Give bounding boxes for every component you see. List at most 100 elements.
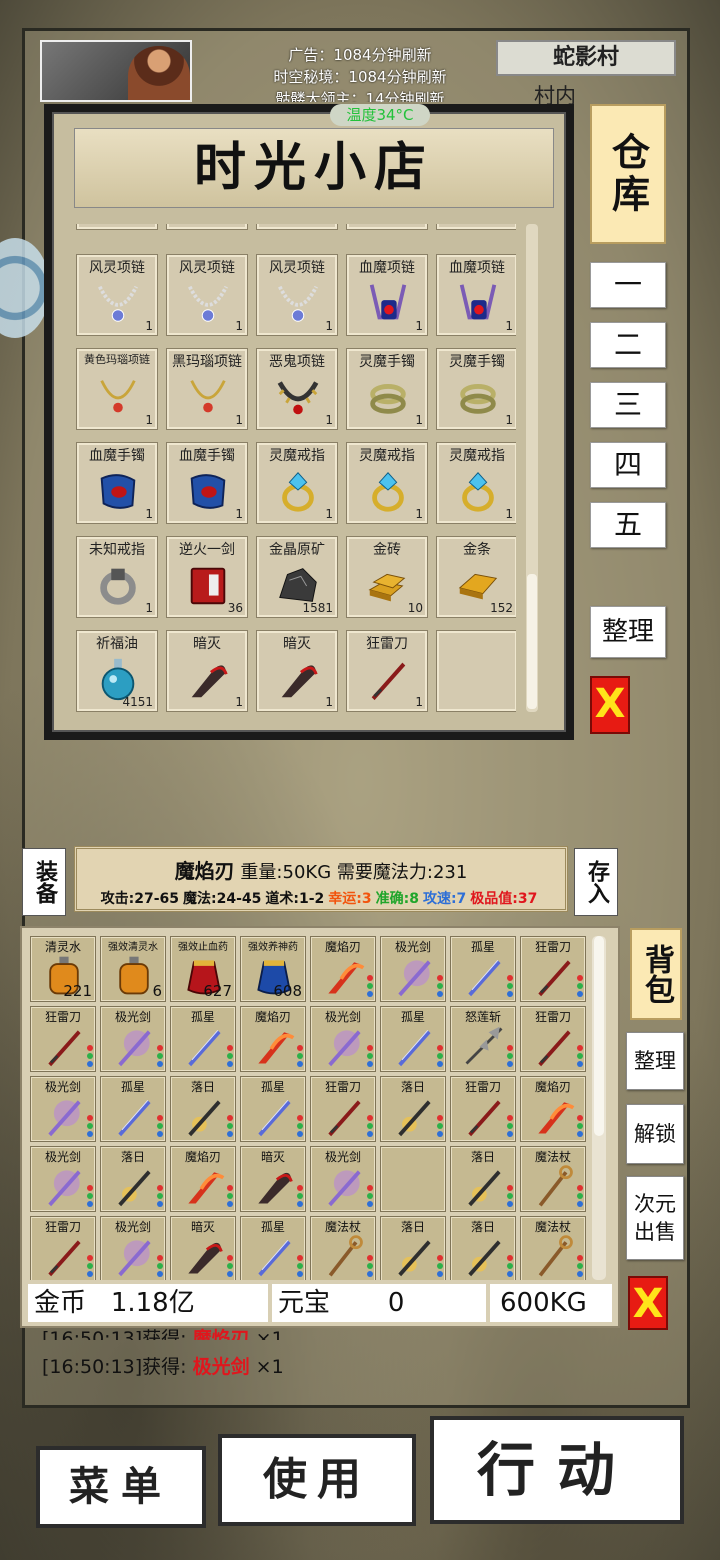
bag-slot[interactable]: 落日: [380, 1076, 446, 1142]
shop-slot[interactable]: 血魔手镯 1: [76, 442, 158, 524]
bag-slot[interactable]: 强效止血药 627: [170, 936, 236, 1002]
bag-slot[interactable]: 孤星: [450, 936, 516, 1002]
quality-dot: [227, 1185, 233, 1191]
bag-slot[interactable]: 极光剑: [310, 1006, 376, 1072]
bag-slot[interactable]: 魔焰刃: [310, 936, 376, 1002]
log-line: [16:50:13]获得: 极光剑 ×1: [42, 1352, 422, 1379]
shop-slot[interactable]: 血魔项链 1: [436, 254, 516, 336]
bag-slot[interactable]: 孤星: [170, 1006, 236, 1072]
item-name: 灵魔戒指: [449, 448, 505, 464]
bag-slot[interactable]: 落日: [450, 1216, 516, 1280]
bag-slot[interactable]: 强效清灵水 6: [100, 936, 166, 1002]
bag-slot[interactable]: 魔法杖: [520, 1216, 586, 1280]
shop-slot[interactable]: 灵魔手镯 1: [436, 348, 516, 430]
warehouse-page-1[interactable]: 一: [590, 262, 666, 308]
shop-slot[interactable]: [76, 224, 158, 230]
bag-slot[interactable]: 魔法杖: [520, 1146, 586, 1212]
bag-tab[interactable]: 背包: [630, 928, 682, 1020]
shop-slot[interactable]: [166, 224, 248, 230]
bag-slot[interactable]: 落日: [450, 1146, 516, 1212]
shop-slot[interactable]: 金砖 10: [346, 536, 428, 618]
bag-slot[interactable]: 孤星: [240, 1076, 306, 1142]
shop-slot[interactable]: 狂雷刀 1: [346, 630, 428, 712]
equip-button[interactable]: 装备: [22, 848, 66, 916]
bag-slot[interactable]: 狂雷刀: [520, 1006, 586, 1072]
bag-slot[interactable]: 极光剑: [380, 936, 446, 1002]
use-button[interactable]: 使用: [218, 1434, 416, 1526]
bag-slot[interactable]: 落日: [170, 1076, 236, 1142]
bag-slot[interactable]: 魔法杖: [310, 1216, 376, 1280]
shop-slot[interactable]: [436, 630, 516, 712]
shop-slot[interactable]: [346, 224, 428, 230]
action-button[interactable]: 行动: [430, 1416, 684, 1524]
shop-slot[interactable]: 灵魔戒指 1: [436, 442, 516, 524]
bag-scrollbar[interactable]: [592, 936, 606, 1280]
shop-slot[interactable]: 血魔项链 1: [346, 254, 428, 336]
shop-scrollbar[interactable]: [526, 224, 538, 712]
bag-slot[interactable]: 怒莲斩: [450, 1006, 516, 1072]
bag-slot[interactable]: 魔焰刃: [520, 1076, 586, 1142]
bag-slot[interactable]: 极光剑: [100, 1216, 166, 1280]
player-avatar[interactable]: [40, 40, 192, 102]
shop-slot[interactable]: 未知戒指 1: [76, 536, 158, 618]
shop-slot[interactable]: 金条 152: [436, 536, 516, 618]
bag-slot[interactable]: 强效养神药 608: [240, 936, 306, 1002]
warehouse-tab[interactable]: 仓库: [590, 104, 666, 244]
shop-slot[interactable]: 风灵项链 1: [256, 254, 338, 336]
bag-slot[interactable]: [380, 1146, 446, 1212]
shop-slot[interactable]: 恶鬼项链 1: [256, 348, 338, 430]
bag-slot[interactable]: 魔焰刃: [240, 1006, 306, 1072]
shop-slot[interactable]: [436, 224, 516, 230]
shop-slot[interactable]: 黄色玛瑙项链 1: [76, 348, 158, 430]
quality-dot: [507, 1115, 513, 1121]
bag-slot[interactable]: 极光剑: [310, 1146, 376, 1212]
bag-sort-button[interactable]: 整理: [626, 1032, 684, 1090]
bag-slot[interactable]: 狂雷刀: [310, 1076, 376, 1142]
bag-slot[interactable]: 孤星: [380, 1006, 446, 1072]
bag-slot[interactable]: 清灵水 221: [30, 936, 96, 1002]
shop-slot[interactable]: 逆火一剑 36: [166, 536, 248, 618]
bag-slot[interactable]: 暗灭: [170, 1216, 236, 1280]
shop-scroll-thumb[interactable]: [527, 574, 537, 709]
warehouse-page-4[interactable]: 四: [590, 442, 666, 488]
shop-slot[interactable]: 灵魔手镯 1: [346, 348, 428, 430]
quality-dot: [367, 1045, 373, 1051]
store-button[interactable]: 存入: [574, 848, 618, 916]
bag-unlock-button[interactable]: 解锁: [626, 1104, 684, 1164]
shop-slot[interactable]: 血魔手镯 1: [166, 442, 248, 524]
shop-slot[interactable]: 黑玛瑙项链 1: [166, 348, 248, 430]
bag-slot[interactable]: 暗灭: [240, 1146, 306, 1212]
shop-slot[interactable]: 风灵项链 1: [166, 254, 248, 336]
bag-slot[interactable]: 魔焰刃: [170, 1146, 236, 1212]
shop-slot[interactable]: 暗灭 1: [256, 630, 338, 712]
bag-close-button[interactable]: X: [628, 1276, 668, 1330]
bag-slot[interactable]: 极光剑: [30, 1146, 96, 1212]
bag-slot[interactable]: 狂雷刀: [30, 1216, 96, 1280]
shop-slot[interactable]: 暗灭 1: [166, 630, 248, 712]
item-name: 强效养神药: [248, 942, 298, 953]
shop-slot[interactable]: 风灵项链 1: [76, 254, 158, 336]
bag-slot[interactable]: 极光剑: [30, 1076, 96, 1142]
bag-slot[interactable]: 狂雷刀: [520, 936, 586, 1002]
warehouse-page-3[interactable]: 三: [590, 382, 666, 428]
warehouse-sort-button[interactable]: 整理: [590, 606, 666, 658]
shop-slot[interactable]: 灵魔戒指 1: [256, 442, 338, 524]
menu-button[interactable]: 菜单: [36, 1446, 206, 1528]
shop-slot[interactable]: [256, 224, 338, 230]
bag-scroll-thumb[interactable]: [594, 936, 604, 1136]
bag-slot[interactable]: 狂雷刀: [450, 1076, 516, 1142]
bag-slot[interactable]: 极光剑: [100, 1006, 166, 1072]
warehouse-close-button[interactable]: X: [590, 676, 630, 734]
shop-slot[interactable]: 祈福油 4151: [76, 630, 158, 712]
bag-slot[interactable]: 孤星: [240, 1216, 306, 1280]
warehouse-page-5[interactable]: 五: [590, 502, 666, 548]
warehouse-page-2[interactable]: 二: [590, 322, 666, 368]
quality-dots: [507, 975, 513, 999]
shop-slot[interactable]: 灵魔戒指 1: [346, 442, 428, 524]
bag-slot[interactable]: 狂雷刀: [30, 1006, 96, 1072]
bag-slot[interactable]: 落日: [100, 1146, 166, 1212]
bag-sell-button[interactable]: 次元出售: [626, 1176, 684, 1260]
shop-slot[interactable]: 金晶原矿 1581: [256, 536, 338, 618]
bag-slot[interactable]: 落日: [380, 1216, 446, 1280]
bag-slot[interactable]: 孤星: [100, 1076, 166, 1142]
